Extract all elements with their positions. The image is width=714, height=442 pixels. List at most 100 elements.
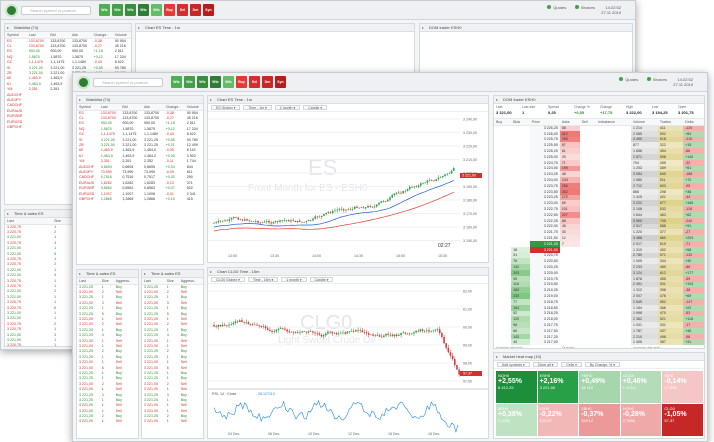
y-tick-label: 3 220,00 [463,145,477,149]
toolbar-button-der[interactable]: Der [262,76,273,88]
candle-body [232,322,235,325]
back-top-toolbar: Search symbol or product Wtc Wtc Wtc Wtc Wtc… [1,1,635,20]
toolbar-button-wtc[interactable]: Wtc [171,76,182,88]
toolbar-button-sel[interactable]: Sel [249,76,260,88]
toolbar-button-wtc[interactable]: Wtc [138,4,149,16]
quotes-status-label: Quotes [553,5,567,10]
chart-control-dropdown[interactable]: Candle ▾ [303,105,328,110]
candle-body [387,199,389,202]
cl-candlestick-chart[interactable]: CLG0Light Sweet Crude Oil 62,00 61,00 60,00… [208,285,489,439]
back-connection-status: Quotes Brokers [547,5,595,10]
candle-body [378,202,380,205]
candle-body [351,208,354,210]
quotes-status[interactable]: Quotes [547,5,566,10]
chart-control-dropdown[interactable]: 1 month ▾ [281,277,307,282]
back-watchlist-title[interactable]: Watchlist (74) [5,24,131,32]
candle-body [322,335,325,337]
chart-control-dropdown[interactable]: By Change, % ▾ [584,362,620,367]
candle-body [325,333,327,336]
chart-control-dropdown[interactable]: Time - 15m ▾ [247,277,279,282]
watchlist-title[interactable]: Watchlist (74) [77,96,203,104]
connection-dot-icon [547,5,552,9]
es-chart-title[interactable]: Chart ES Time - 1m [208,96,488,104]
candle-body [442,176,444,178]
toolbar-button-der[interactable]: Der [190,4,201,16]
front-terminal-window: Search symbol or product Wtc Wtc Wtc Wtc Wtc… [72,72,708,442]
heat-map-tile[interactable]: 6EH0 +0,38% 1,1052 [496,404,537,436]
candle-body [310,219,312,221]
heat-map-tile[interactable]: NQH0 +2,55% 8 412,25 [496,371,537,403]
heat-map-tile[interactable]: ZBH0 -0,37% 159'12 [579,404,620,436]
toolbar-button-syn[interactable]: Syn [203,4,214,16]
candle-body [234,321,237,323]
candle-body [415,186,418,188]
cl-chart-title[interactable]: Chart CLG0 Time - 15m [208,268,488,276]
heat-map-panel: Market heat map (10) Add symbols ▾Clear … [493,352,705,439]
time-sales-title-1[interactable]: Time & sales ES [77,270,138,278]
trade-row: 3 221,00 1 Sell [142,419,203,424]
time-sales-table-1: Last Size Aggress.. 3 221,25 1 Buy 3 221,00 2 Se… [77,278,138,424]
quotes-status[interactable]: Quotes [619,77,638,82]
candle-body [241,320,243,323]
chart-control-dropdown[interactable]: Time - 1m ▾ [243,105,272,110]
candle-body [279,328,282,329]
toolbar-button-buy[interactable]: Buy [164,4,175,16]
candle-body [266,221,268,222]
toolbar-button-wtc[interactable]: Wtc [197,76,208,88]
toolbar-button-sel[interactable]: Sel [177,4,188,16]
dom-info-value: 3 194,25 [652,110,668,115]
chart-control-dropdown[interactable]: Candle ▾ [309,277,334,282]
candle-body [400,333,402,336]
front-connection-status: Quotes Brokers [619,77,667,82]
heat-map-tile[interactable]: CLG0 -1,05% 57,37 [662,404,703,436]
dom-trader-title[interactable]: DOM trader ESH0 [494,96,704,104]
toolbar-button-syn[interactable]: Syn [275,76,286,88]
heat-map-tile[interactable]: SIH0 -0,14% 17,045 [662,371,703,403]
brokers-status[interactable]: Brokers [575,5,595,10]
tile-change: -0,37% [581,411,604,418]
candle-body [432,330,435,332]
chart-control-dropdown[interactable]: Add symbols ▾ [497,362,530,367]
candle-body [446,173,448,175]
chart-control-dropdown[interactable]: Clear all ▾ [532,362,559,367]
watchlist-cell: 1,2866 [144,196,156,201]
es-candlestick-chart[interactable]: ES Front Month for ES - ESH0 3 240,00 3 230… [208,113,489,263]
candle-body [413,332,415,334]
toolbar-button-wtc[interactable]: Wtc [184,76,195,88]
heat-map-tile[interactable]: HGH0 -0,28% 2,7850 [620,404,662,436]
toolbar-button-wtc[interactable]: Wtc [210,76,221,88]
chart-control-dropdown[interactable]: CLG0 Globex ▾ [211,277,245,282]
heat-map-tile[interactable]: ESH0 +2,16% 3 221,00 [537,371,579,403]
candle-body [384,201,387,202]
chart-control-dropdown[interactable]: ES Globex ▾ [211,105,241,110]
time-sales-title-2[interactable]: Time & sales ES [142,270,203,278]
heat-map-title[interactable]: Market heat map (10) [494,353,704,361]
heat-map-tile[interactable]: 6JH0 -0,22% 0,9137 [537,404,579,436]
chart-control-dropdown[interactable]: Cells ▾ [561,362,582,367]
toolbar-button-wtc[interactable]: Wtc [99,4,110,16]
toolbar-button-wtc[interactable]: Wtc [151,4,162,16]
candle-body [441,333,443,337]
candle-body [309,331,312,332]
front-symbol-search-input[interactable]: Search symbol or product [93,78,163,87]
toolbar-button-wtc[interactable]: Wtc [223,76,234,88]
back-dom-title[interactable]: DOM trader ESH0 [420,24,632,32]
heat-map-tile[interactable]: GCG0 +0,46% 1 478,1 [620,371,662,403]
back-chart-title[interactable]: Chart ES Time - 1m [136,24,414,32]
rsi-label: RSI, 14 · Close [212,392,236,396]
chart-control-dropdown[interactable]: 1 month ▾ [274,105,301,110]
toolbar-button-buy[interactable]: Buy [236,76,247,88]
x-tick-label: 15:00 [396,254,405,258]
back-symbol-search-input[interactable]: Search symbol or product [21,6,91,15]
candle-body [277,221,279,222]
toolbar-button-wtc[interactable]: Wtc [125,4,136,16]
watchlist-cell: 1,2865 [100,196,112,201]
watchlist-row[interactable]: GBPCHF 1,2865 1,2865 1,2866 +0,10 415 [77,196,203,201]
toolbar-button-wtc[interactable]: Wtc [112,4,123,16]
heat-map-tile[interactable]: YMH0 +0,49% 28 115 [579,371,620,403]
candle-body [389,334,392,336]
brokers-status[interactable]: Brokers [647,77,667,82]
candle-body [318,333,321,335]
candle-body [334,210,336,212]
x-tick-label: 16 Dec [388,432,400,436]
